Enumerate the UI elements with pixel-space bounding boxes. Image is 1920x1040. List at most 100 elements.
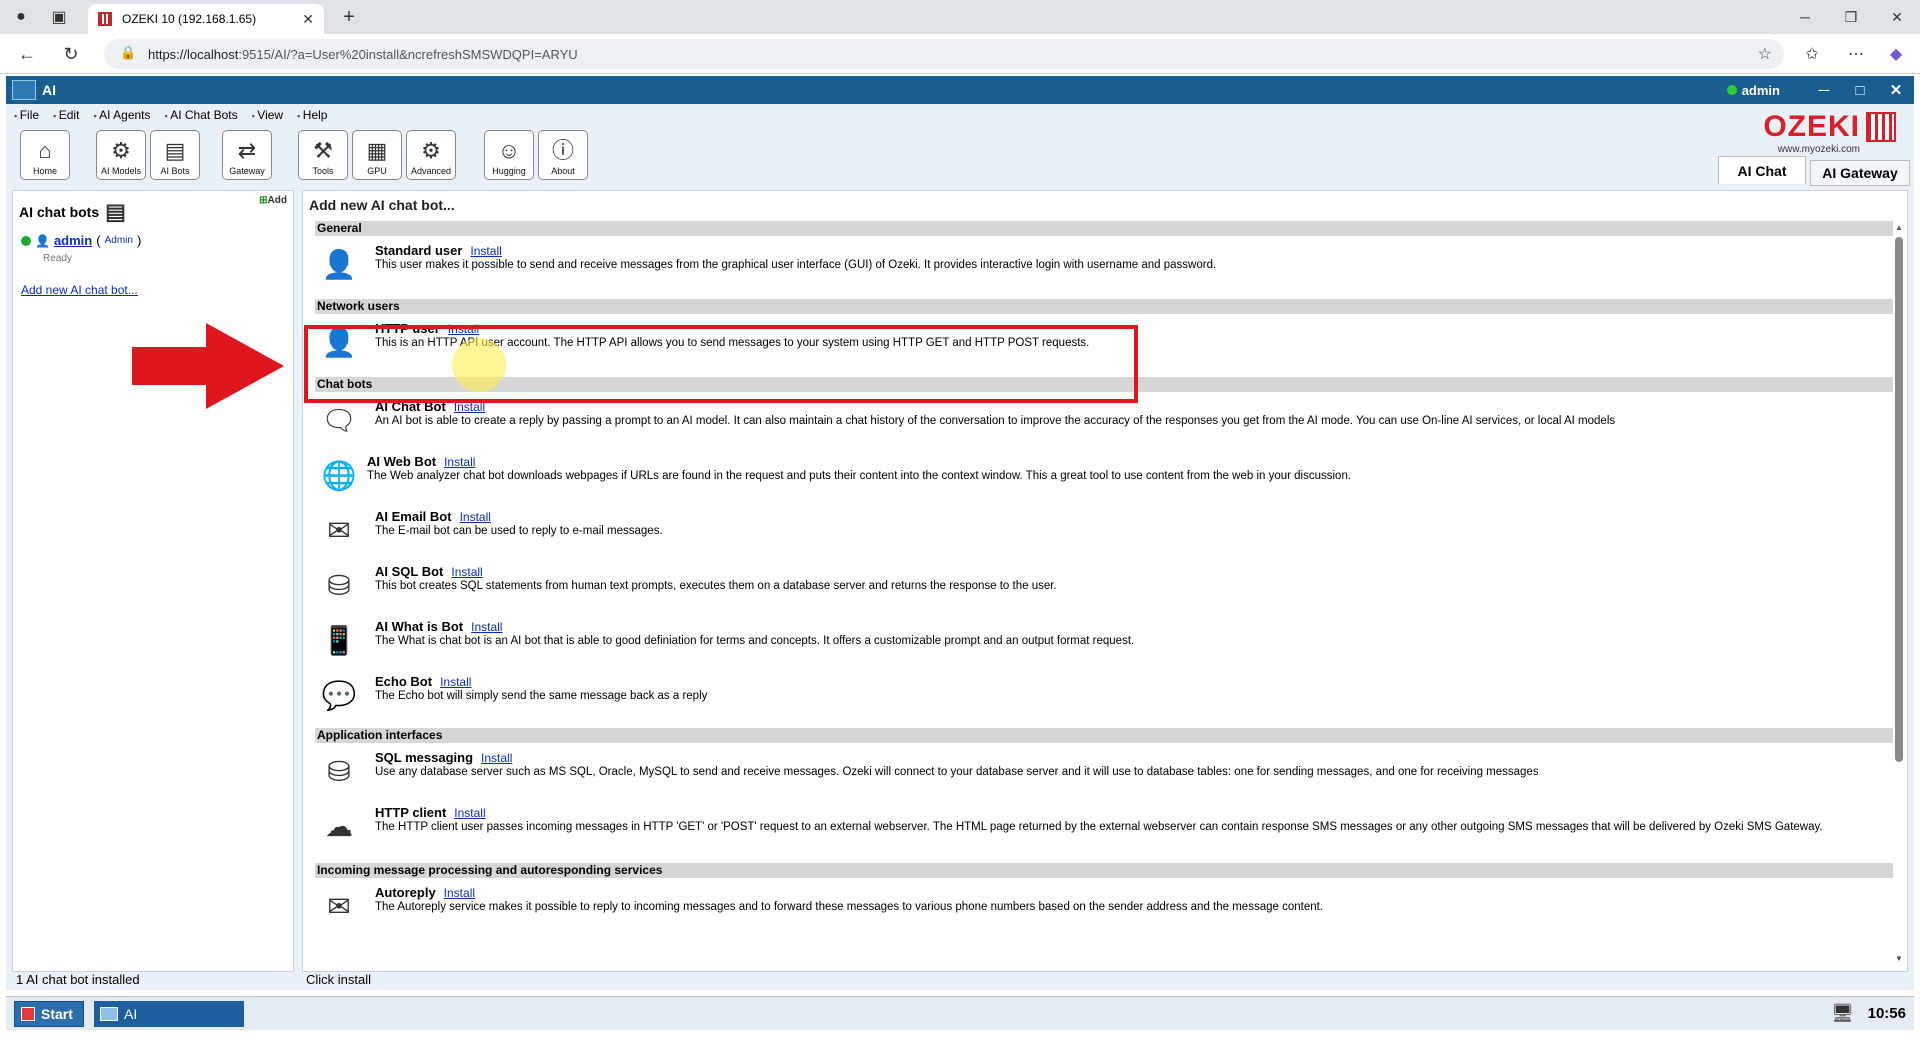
ai-bots-button[interactable]: ▤ AI Bots <box>150 130 200 180</box>
start-button[interactable]: Start <box>14 1001 84 1027</box>
item-description: The E-mail bot can be used to reply to e… <box>375 525 663 537</box>
profile-icon[interactable]: ● <box>10 6 32 28</box>
menu-help[interactable]: Help <box>297 108 328 122</box>
section-header: General <box>315 221 1893 236</box>
item-description: An AI bot is able to create a reply by p… <box>375 415 1616 427</box>
item-description: The Echo bot will simply send the same m… <box>375 690 708 702</box>
item-description: This user makes it possible to send and … <box>375 259 1217 271</box>
list-item: ⛁ AI SQL Bot Install This bot creates SQL… <box>315 557 1893 612</box>
menu-ai-agents[interactable]: AI Agents <box>93 108 150 122</box>
online-status-icon <box>1726 85 1737 95</box>
red-arrow-icon <box>132 323 284 409</box>
list-item: 👤 Standard user Install This user makes i… <box>315 236 1893 291</box>
item-name: Echo Bot <box>375 674 433 689</box>
favorites-icon[interactable]: ✩ <box>1800 42 1824 66</box>
lock-icon[interactable]: 🔒 <box>120 45 136 61</box>
scroll-up-icon[interactable]: ▲ <box>1893 223 1905 232</box>
browser-tab-strip: ● ▣ OZEKI 10 (192.168.1.65) ✕ + ─ ❐ ✕ <box>0 0 1920 34</box>
tab-actions-icon[interactable]: ▣ <box>48 6 70 28</box>
close-window-icon[interactable]: ✕ <box>1874 0 1920 34</box>
app-maximize-icon[interactable]: □ <box>1842 82 1878 99</box>
browser-tab-active[interactable]: OZEKI 10 (192.168.1.65) ✕ <box>88 4 324 34</box>
install-link[interactable]: Install <box>454 806 485 820</box>
window-controls: ─ ❐ ✕ <box>1782 0 1920 34</box>
install-link[interactable]: Install <box>451 565 482 579</box>
menu-view[interactable]: View <box>252 108 283 122</box>
browser-tab-title: OZEKI 10 (192.168.1.65) <box>122 12 257 26</box>
copilot-icon[interactable]: ◆ <box>1884 42 1908 66</box>
back-icon[interactable]: ← <box>14 42 40 66</box>
app-body: File Edit AI Agents AI Chat Bots View He… <box>6 104 1914 990</box>
bot-link-admin[interactable]: admin <box>54 233 92 248</box>
gpu-icon: ▦ <box>366 138 388 163</box>
tab-ai-chat[interactable]: AI Chat <box>1718 156 1806 184</box>
hugging-icon: ☺ <box>497 138 521 163</box>
install-link[interactable]: Install <box>440 675 471 689</box>
scroll-thumb[interactable] <box>1895 237 1903 762</box>
favorite-star-icon[interactable]: ☆ <box>1758 44 1772 64</box>
install-link[interactable]: Install <box>481 751 512 765</box>
highlight-box <box>304 325 1138 403</box>
user-icon: 👤 <box>321 248 357 280</box>
about-button[interactable]: ⓘ About <box>538 130 588 180</box>
app-titlebar: AI admin ─ □ ✕ <box>6 76 1914 104</box>
bot-entry-admin[interactable]: 👤 admin (Admin) <box>21 233 141 248</box>
add-bot-button[interactable]: ⊞Add <box>259 195 287 206</box>
install-link[interactable]: Install <box>460 510 491 524</box>
sql-messaging-icon: ⛁ <box>327 755 351 787</box>
restore-icon[interactable]: ❐ <box>1828 0 1874 34</box>
close-tab-icon[interactable]: ✕ <box>302 11 314 28</box>
advanced-button[interactable]: ⚙ Advanced <box>406 130 456 180</box>
gpu-button[interactable]: ▦ GPU <box>352 130 402 180</box>
app-window-icon <box>100 1007 118 1021</box>
scroll-down-icon[interactable]: ▼ <box>1893 954 1905 963</box>
main-scrollbar[interactable]: ▲ ▼ <box>1893 223 1905 963</box>
install-link[interactable]: Install <box>471 620 502 634</box>
ai-models-icon: ⚙ <box>111 138 131 163</box>
list-item: 🌐 AI Web Bot Install The Web analyzer cha… <box>315 447 1893 502</box>
autoreply-icon: ✉ <box>327 890 351 922</box>
home-button[interactable]: ⌂ Home <box>20 130 70 180</box>
more-options-icon[interactable]: ⋯ <box>1844 42 1868 66</box>
item-name: AI Web Bot <box>367 454 437 469</box>
hugging-button[interactable]: ☺ Hugging <box>484 130 534 180</box>
ai-models-button[interactable]: ⚙ AI Models <box>96 130 146 180</box>
item-name: Autoreply <box>375 885 436 900</box>
item-description: The Web analyzer chat bot downloads webp… <box>367 470 1352 482</box>
tab-ai-gateway[interactable]: AI Gateway <box>1810 160 1910 186</box>
item-description: This bot creates SQL statements from hum… <box>375 580 1057 592</box>
main-panel: Add new AI chat bot... General 👤 Standar… <box>302 190 1908 972</box>
install-link[interactable]: Install <box>444 455 475 469</box>
chat-bot-icon: 🗨 <box>321 404 357 436</box>
app-minimize-icon[interactable]: ─ <box>1806 82 1842 99</box>
install-link[interactable]: Install <box>444 886 475 900</box>
address-bar[interactable]: 🔒 https://localhost:9515/AI/?a=User%20in… <box>104 39 1784 69</box>
gear-icon: ⚙ <box>421 138 441 163</box>
logo-brand: OZEKI <box>1763 110 1860 143</box>
app-close-icon[interactable]: ✕ <box>1878 81 1914 99</box>
gateway-button[interactable]: ⇄ Gateway <box>222 130 272 180</box>
item-name: HTTP client <box>375 805 447 820</box>
menu-edit[interactable]: Edit <box>53 108 80 122</box>
new-tab-icon[interactable]: + <box>336 4 362 30</box>
item-description: Use any database server such as MS SQL, … <box>375 766 1539 778</box>
minimize-icon[interactable]: ─ <box>1782 0 1828 34</box>
echo-icon: 💬 <box>321 679 357 711</box>
menu-file[interactable]: File <box>14 108 39 122</box>
left-panel-title: AI chat bots <box>19 204 100 220</box>
list-item: 📱 AI What is Bot Install The What is chat… <box>315 612 1893 667</box>
menubar: File Edit AI Agents AI Chat Bots View He… <box>14 108 328 122</box>
taskbar-app-ai[interactable]: AI <box>94 1001 244 1027</box>
install-link[interactable]: Install <box>470 244 501 258</box>
item-name: AI Email Bot <box>375 509 452 524</box>
menu-ai-chat-bots[interactable]: AI Chat Bots <box>165 108 237 122</box>
reload-icon[interactable]: ↻ <box>58 42 84 66</box>
tools-icon: ⚒ <box>313 138 333 163</box>
ozeki-favicon-icon <box>98 12 112 26</box>
main-panel-title: Add new AI chat bot... <box>309 197 455 213</box>
tools-button[interactable]: ⚒ Tools <box>298 130 348 180</box>
current-user[interactable]: admin <box>1742 83 1780 98</box>
monitor-icon[interactable]: 🖥 <box>1831 1003 1854 1024</box>
item-name: AI What is Bot <box>375 619 464 634</box>
add-new-bot-link[interactable]: Add new AI chat bot... <box>21 283 138 297</box>
